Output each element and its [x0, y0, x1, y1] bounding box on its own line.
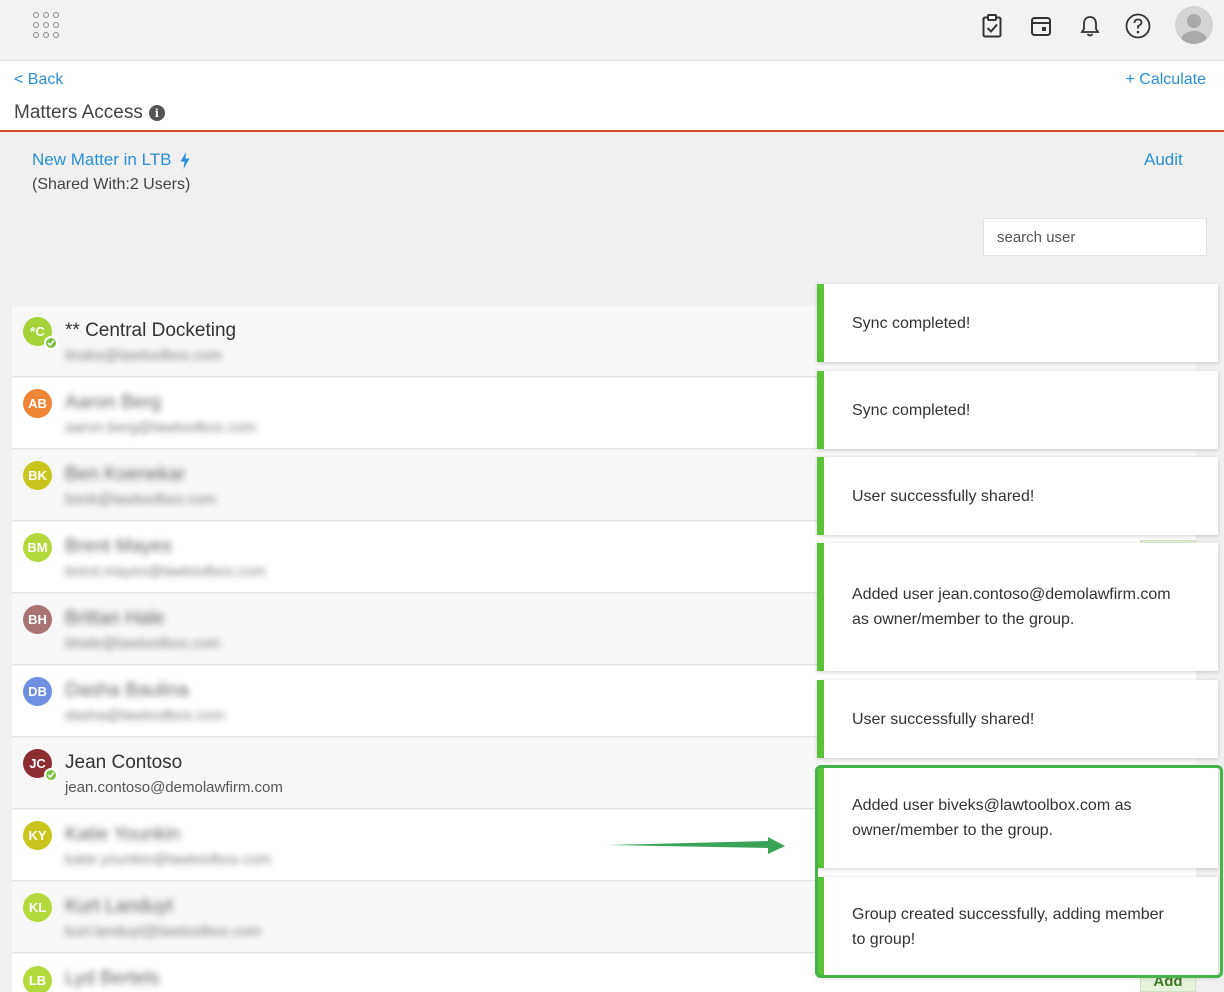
clipboard-check-icon[interactable] — [979, 12, 1005, 40]
avatar: LB — [23, 966, 52, 992]
user-email: benk@lawtoolbox.com — [65, 491, 217, 508]
user-email: brent.mayes@lawtoolbox.com — [65, 563, 267, 580]
calculate-link[interactable]: + Calculate — [1126, 71, 1207, 89]
toast-message: Sync completed! — [852, 314, 971, 332]
toast-notification[interactable]: User successfully shared! — [817, 680, 1218, 758]
shared-with-count: (Shared With:2 Users) — [32, 176, 191, 193]
calendar-icon[interactable] — [1028, 12, 1054, 40]
toast-message: User successfully shared! — [852, 710, 1035, 728]
user-name: ** Central Docketing — [65, 320, 237, 341]
user-name: Brent Mayes — [65, 536, 172, 557]
toast-notification[interactable]: Sync completed! — [817, 284, 1218, 362]
matter-name-link[interactable]: New Matter in LTB — [32, 150, 190, 170]
user-name: Dasha Baulina — [65, 680, 189, 701]
user-name: Lyd Bertels — [65, 968, 160, 989]
user-email: linaks@lawtoolbox.com — [65, 347, 222, 364]
avatar: BM — [23, 533, 52, 562]
avatar: *C — [23, 317, 58, 350]
user-email: kurt.landuyt@lawtoolbox.com — [65, 923, 262, 940]
avatar-initials: KL — [28, 900, 47, 915]
back-link[interactable]: < Back — [14, 71, 63, 89]
info-icon[interactable]: i — [148, 105, 165, 121]
bell-icon[interactable] — [1077, 12, 1103, 40]
avatar: BH — [23, 605, 52, 634]
page-title-text: Matters Access — [14, 102, 143, 123]
avatar: BK — [23, 461, 52, 490]
user-name: Aaron Berg — [65, 392, 162, 413]
avatar: AB — [23, 389, 52, 418]
user-email: bhale@lawtoolbox.com — [65, 635, 221, 652]
audit-link[interactable]: Audit — [1144, 150, 1183, 170]
matter-name[interactable]: New Matter in LTB — [32, 150, 172, 170]
toast-notification[interactable]: Added user jean.contoso@demolawfirm.com … — [817, 543, 1218, 671]
avatar-initials: BH — [28, 612, 47, 627]
page-header: < Back + Calculate Matters Access i — [0, 61, 1224, 132]
toast-notification[interactable]: Sync completed! — [817, 371, 1218, 449]
search-user-input[interactable] — [983, 218, 1207, 256]
avatar-initials: BK — [28, 468, 47, 483]
check-badge-icon — [44, 768, 58, 782]
user-avatar-icon[interactable] — [1175, 6, 1213, 44]
help-icon[interactable] — [1125, 12, 1151, 40]
user-name: Katie Younkin — [65, 824, 181, 845]
toast-notification[interactable]: User successfully shared! — [817, 457, 1218, 535]
toast-message: User successfully shared! — [852, 487, 1035, 505]
avatar-initials: LB — [28, 973, 47, 988]
user-email: dasha@lawtoolbox.com — [65, 707, 225, 724]
apps-grid-icon[interactable] — [33, 12, 61, 40]
avatar-initials: AB — [28, 396, 47, 411]
check-badge-icon — [44, 336, 58, 350]
avatar: DB — [23, 677, 52, 706]
user-email: jean.contoso@demolawfirm.com — [65, 779, 283, 796]
avatar: KY — [23, 821, 52, 850]
avatar: KL — [23, 893, 52, 922]
toast-message: Group created successfully, adding membe… — [852, 906, 1164, 948]
avatar-initials: BM — [27, 540, 48, 555]
toast-message: Sync completed! — [852, 401, 971, 419]
user-email: katie.younkin@lawtoolbox.com — [65, 851, 272, 868]
lightning-icon — [180, 151, 190, 169]
top-bar — [0, 0, 1224, 61]
avatar-initials: JC — [29, 756, 46, 771]
user-email: aaron.berg@lawtoolbox.com — [65, 419, 257, 436]
avatar-initials: KY — [28, 828, 47, 843]
toast-notification[interactable]: Group created successfully, adding membe… — [817, 877, 1218, 977]
user-name: Brittan Hale — [65, 608, 165, 629]
page-title: Matters Access i — [14, 102, 165, 124]
toast-message: Added user jean.contoso@demolawfirm.com … — [852, 586, 1171, 628]
user-name: Ben Koenekar — [65, 464, 186, 485]
avatar-initials: DB — [28, 684, 47, 699]
avatar-initials: *C — [30, 324, 45, 339]
avatar: JC — [23, 749, 58, 782]
toast-message: Added user biveks@lawtoolbox.com as owne… — [852, 797, 1132, 839]
toast-notification[interactable]: Added user biveks@lawtoolbox.com as owne… — [817, 768, 1218, 868]
user-name: Jean Contoso — [65, 752, 183, 773]
annotation-arrow — [608, 837, 785, 854]
user-name: Kurt Landuyt — [65, 896, 173, 917]
